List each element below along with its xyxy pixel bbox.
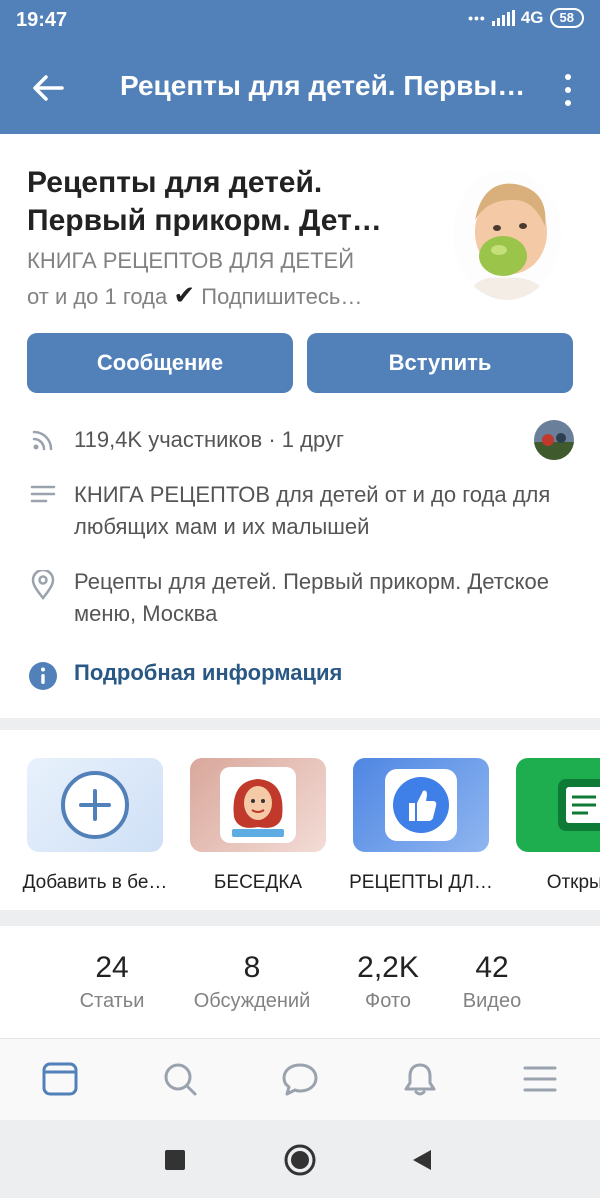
members-count: 119,4K участников · 1 друг — [74, 427, 344, 452]
counter-value: 24 — [95, 951, 129, 984]
counter-label: Обсуждений — [193, 990, 311, 1012]
messages-icon — [282, 1063, 318, 1096]
app-bar: Рецепты для детей. Первы… — [0, 40, 600, 134]
status-prefix: от и до 1 года — [27, 284, 174, 309]
group-status: КНИГА РЕЦЕПТОВ ДЛЯ ДЕТЕЙ от и до 1 года … — [27, 244, 427, 314]
arrow-left-icon — [33, 75, 64, 101]
thumbs-up-icon — [353, 758, 489, 852]
nav-news-button[interactable] — [40, 1059, 80, 1099]
app-title: Рецепты для детей. Первы… — [120, 70, 526, 101]
counter-label: Фото — [365, 990, 411, 1012]
status-indicators: ••• 4G 58 — [468, 8, 584, 28]
counter-photos[interactable]: 2,2K Фото — [343, 950, 433, 1016]
more-dot — [565, 100, 571, 106]
group-name: Рецепты для детей. Первый прикорм. Дет… — [27, 164, 427, 240]
counter-videos[interactable]: 42 Видео — [447, 950, 537, 1016]
counter-label: Статьи — [79, 990, 145, 1012]
group-status-line1: КНИГА РЕЦЕПТОВ ДЛЯ ДЕТЕЙ — [27, 248, 355, 273]
home-button[interactable] — [282, 1142, 318, 1178]
group-name-line2: Первый прикорм. Дет… — [27, 204, 382, 237]
bottom-navigation — [0, 1038, 600, 1120]
nav-messages-button[interactable] — [280, 1059, 320, 1099]
status-time: 19:47 — [16, 9, 68, 31]
counter-label: Видео — [462, 990, 522, 1012]
location-pin-icon — [27, 570, 59, 600]
description-row: КНИГА РЕЦЕПТОВ для детей от и до года дл… — [27, 479, 577, 543]
counter-value: 2,2K — [357, 951, 419, 984]
group-address: Рецепты для детей. Первый прикорм. Детск… — [74, 569, 549, 626]
square-icon — [165, 1150, 185, 1170]
address-row[interactable]: Рецепты для детей. Первый прикорм. Детск… — [27, 566, 577, 630]
rss-icon — [27, 428, 59, 452]
app-item[interactable]: БЕСЕДКА — [188, 758, 328, 894]
counters: 24 Статьи 8 Обсуждений 2,2K Фото 42 Виде… — [0, 926, 600, 1038]
circle-icon — [284, 1144, 316, 1176]
apps-carousel[interactable]: Добавить в бе… БЕСЕДКА РЕЦЕПТЫ ДЛ… Откр — [0, 730, 600, 910]
nav-search-button[interactable] — [160, 1059, 200, 1099]
notification-dots-icon: ••• — [468, 10, 486, 26]
recent-apps-button[interactable] — [157, 1142, 193, 1178]
nav-menu-button[interactable] — [520, 1059, 560, 1099]
search-icon — [164, 1063, 197, 1096]
app-item[interactable]: Открыть — [514, 758, 600, 894]
baby-photo-icon — [453, 170, 561, 300]
friend-avatar[interactable] — [534, 420, 574, 460]
counter-value: 8 — [243, 951, 261, 984]
checkmark-icon: ✔ — [173, 280, 196, 310]
status-suffix: Подпишитесь… — [195, 284, 363, 309]
app-item[interactable]: Добавить в бе… — [23, 758, 167, 894]
counter-value: 42 — [475, 951, 509, 984]
counter-articles[interactable]: 24 Статьи — [62, 950, 162, 1016]
back-button[interactable] — [26, 66, 70, 110]
more-info-row[interactable]: Подробная информация — [27, 657, 577, 691]
group-status-line2: от и до 1 года ✔ Подпишитесь… — [27, 278, 427, 314]
status-bar: 19:47 ••• 4G 58 — [0, 0, 600, 40]
app-label: Добавить в бе… — [22, 872, 168, 893]
system-navigation — [0, 1120, 600, 1198]
members-row[interactable]: 119,4K участников · 1 друг — [27, 424, 577, 456]
more-options-button[interactable] — [554, 70, 582, 110]
news-icon — [42, 1062, 78, 1096]
more-dot — [565, 87, 571, 93]
app-label: БЕСЕДКА — [213, 872, 303, 893]
app-item[interactable]: РЕЦЕПТЫ ДЛ… — [349, 758, 493, 894]
battery-icon: 58 — [549, 8, 584, 28]
group-profile-card: Рецепты для детей. Первый прикорм. Дет… … — [0, 134, 600, 718]
group-avatar[interactable] — [453, 170, 561, 300]
back-system-button[interactable] — [404, 1142, 440, 1178]
group-name-line1: Рецепты для детей. — [27, 166, 323, 199]
friend-photo-icon — [534, 420, 574, 460]
app-label: Открыть — [546, 872, 600, 893]
notifications-icon — [404, 1063, 436, 1096]
document-icon — [516, 758, 600, 852]
girl-avatar-icon — [190, 758, 326, 852]
triangle-back-icon — [413, 1150, 431, 1170]
join-button[interactable]: Вступить — [307, 333, 573, 393]
more-info-link[interactable]: Подробная информация — [74, 657, 342, 689]
info-icon — [27, 661, 59, 691]
network-type: 4G — [520, 8, 544, 27]
text-lines-icon — [27, 483, 59, 505]
menu-icon — [523, 1066, 557, 1092]
counter-discussions[interactable]: 8 Обсуждений — [182, 950, 322, 1016]
nav-notifications-button[interactable] — [400, 1059, 440, 1099]
add-icon — [27, 758, 163, 852]
more-dot — [565, 74, 571, 80]
app-label: РЕЦЕПТЫ ДЛ… — [349, 872, 493, 893]
signal-icon — [491, 10, 515, 26]
group-description: КНИГА РЕЦЕПТОВ для детей от и до года дл… — [74, 482, 551, 539]
message-button[interactable]: Сообщение — [27, 333, 293, 393]
